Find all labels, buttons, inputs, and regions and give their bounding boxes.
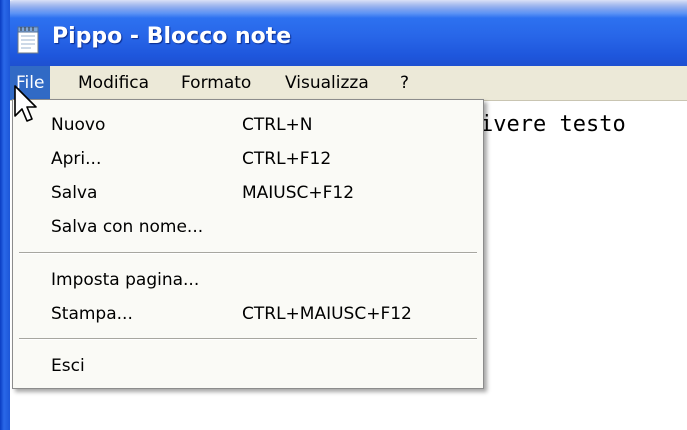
notepad-window: Pippo - Blocco note File Modifica Format… bbox=[0, 0, 687, 430]
menu-item-label: Salva con nome... bbox=[51, 217, 204, 237]
mouse-pointer-icon bbox=[13, 85, 39, 127]
menu-item-stampa[interactable]: Stampa... CTRL+MAIUSC+F12 bbox=[13, 297, 483, 331]
menu-item-shortcut: CTRL+F12 bbox=[242, 149, 332, 169]
menu-item-esci[interactable]: Esci bbox=[13, 349, 483, 383]
menu-item-label: Imposta pagina... bbox=[51, 270, 200, 290]
title-bar-glare bbox=[0, 0, 687, 18]
menu-modifica[interactable]: Modifica bbox=[72, 66, 155, 100]
menu-item-shortcut: CTRL+N bbox=[242, 115, 313, 135]
menu-item-label: Stampa... bbox=[51, 304, 133, 324]
editor-text: ivere testo bbox=[480, 112, 626, 137]
window-title: Pippo - Blocco note bbox=[52, 24, 292, 49]
menu-help[interactable]: ? bbox=[394, 66, 415, 100]
menu-separator bbox=[19, 338, 477, 340]
menu-item-salva[interactable]: Salva MAIUSC+F12 bbox=[13, 176, 483, 210]
menu-item-imposta-pagina[interactable]: Imposta pagina... bbox=[13, 263, 483, 297]
menu-item-label: Salva bbox=[51, 183, 98, 203]
window-frame-left bbox=[0, 0, 10, 430]
menu-item-label: Apri... bbox=[51, 149, 102, 169]
menu-separator bbox=[19, 252, 477, 254]
menu-item-nuovo[interactable]: Nuovo CTRL+N bbox=[13, 108, 483, 142]
menu-item-label: Esci bbox=[51, 356, 85, 376]
file-menu-dropdown: Nuovo CTRL+N Apri... CTRL+F12 Salva MAIU… bbox=[12, 99, 484, 389]
menu-formato[interactable]: Formato bbox=[175, 66, 257, 100]
menu-item-shortcut: CTRL+MAIUSC+F12 bbox=[242, 304, 412, 324]
menu-visualizza[interactable]: Visualizza bbox=[279, 66, 375, 100]
menu-item-apri[interactable]: Apri... CTRL+F12 bbox=[13, 142, 483, 176]
menu-item-salva-con-nome[interactable]: Salva con nome... bbox=[13, 210, 483, 244]
notepad-icon[interactable] bbox=[16, 25, 42, 55]
menu-bar: File Modifica Formato Visualizza ? bbox=[10, 66, 687, 101]
menu-item-shortcut: MAIUSC+F12 bbox=[242, 183, 355, 203]
menu-item-label: Nuovo bbox=[51, 115, 106, 135]
